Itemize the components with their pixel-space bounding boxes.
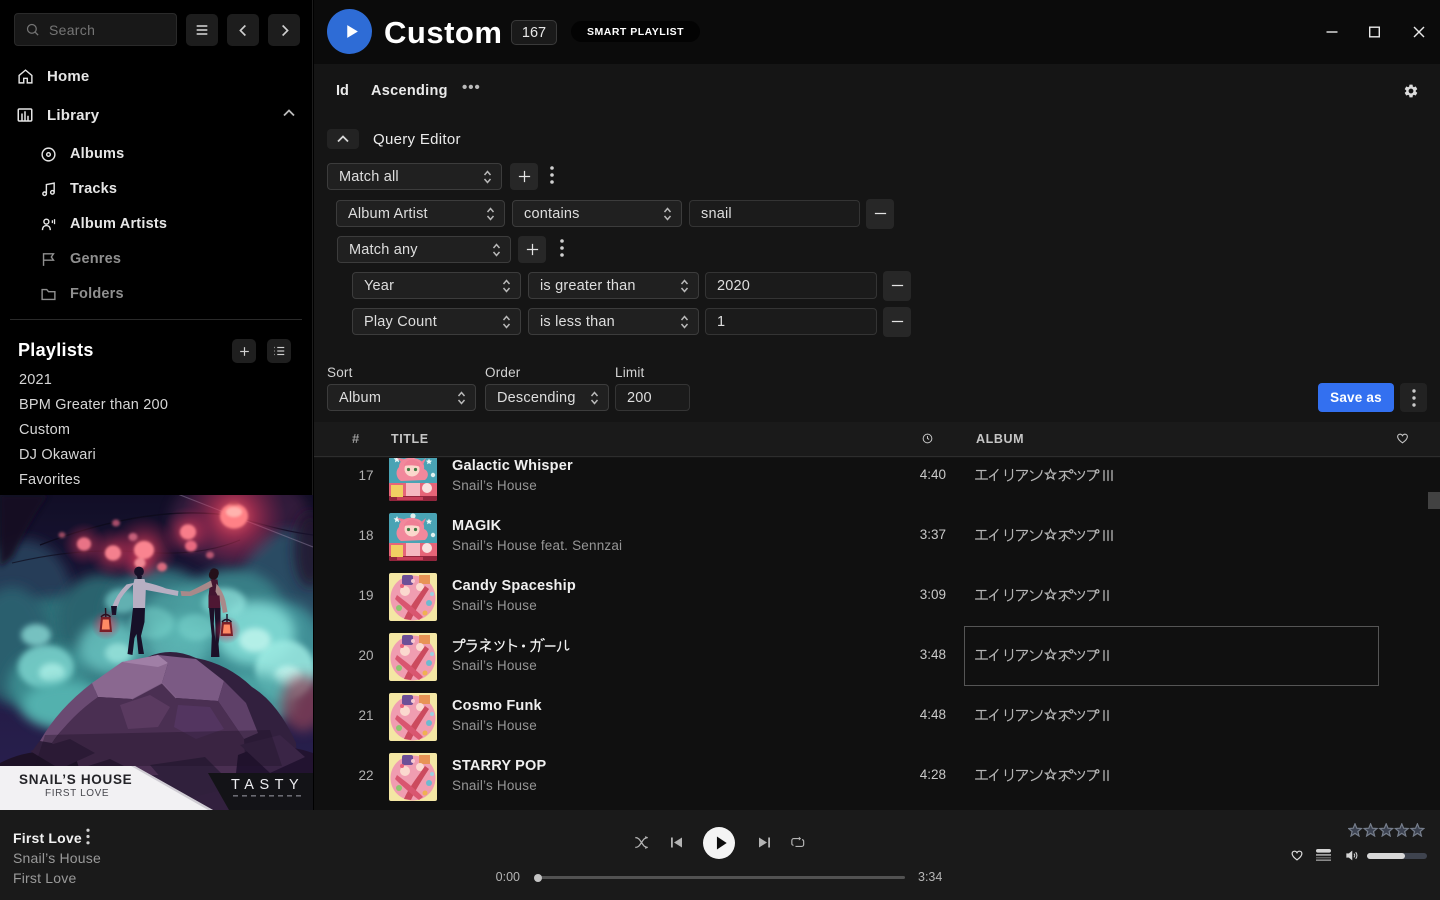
svg-text:TASTY: TASTY xyxy=(231,777,304,793)
svg-text:SNAIL’S HOUSE: SNAIL’S HOUSE xyxy=(19,772,132,787)
svg-text:FIRST LOVE: FIRST LOVE xyxy=(45,788,109,799)
